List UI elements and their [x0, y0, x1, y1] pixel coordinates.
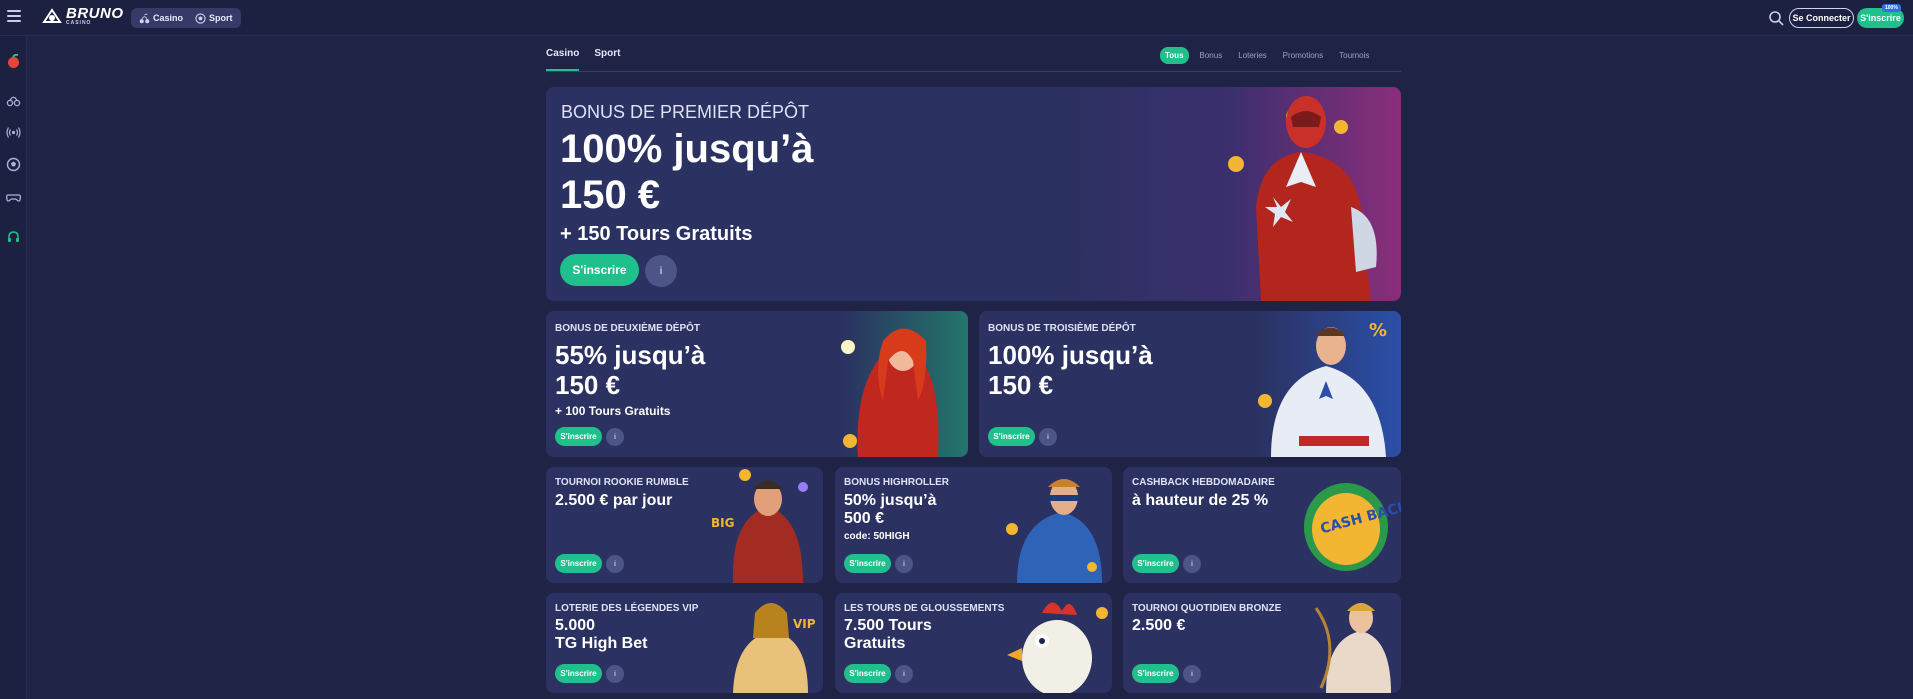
golden-goddess-illustration: VIP	[733, 603, 816, 693]
info-icon[interactable]: i	[895, 555, 913, 573]
promo-card-second-deposit[interactable]: BONUS DE DEUXIÈME DÉPÔT 55% jusqu’à 150 …	[546, 311, 968, 457]
card-line2: 150 €	[988, 370, 1054, 400]
masked-hero-illustration	[1006, 479, 1102, 583]
card-register-button[interactable]: S'inscrire	[844, 554, 891, 573]
filter-lotteries[interactable]: Loteries	[1233, 47, 1271, 64]
top-bar: BRUNO CASINO Casino Sport Se Connecter S…	[0, 0, 1913, 36]
register-badge: 100%	[1882, 4, 1901, 12]
card-register-button[interactable]: S'inscrire	[844, 664, 891, 683]
soccer-ball-icon	[195, 12, 206, 24]
card-register-button[interactable]: S'inscrire	[555, 427, 602, 446]
search-icon[interactable]	[1768, 10, 1784, 26]
main-tabs: Casino Sport	[546, 48, 620, 71]
logo[interactable]: BRUNO CASINO	[42, 5, 124, 26]
vip-label: VIP	[793, 617, 816, 631]
hero-sub: + 150 Tours Gratuits	[560, 223, 753, 245]
logo-name: BRUNO	[66, 5, 124, 22]
hero-register-button[interactable]: S'inscrire	[560, 254, 639, 286]
card-line1: 100% jusqu’à	[988, 340, 1153, 370]
promo-card-weekly-cashback[interactable]: CASH BACK CASHBACK HEBDOMADAIRE à hauteu…	[1123, 467, 1401, 583]
hero-promo-card[interactable]: BONUS DE PREMIER DÉPÔT 100% jusqu’à 150 …	[546, 87, 1401, 301]
filter-promotions[interactable]: Promotions	[1278, 47, 1328, 64]
rooster-illustration	[1007, 602, 1108, 693]
fire-heroine-illustration	[841, 328, 939, 457]
card-kicker: BONUS DE DEUXIÈME DÉPÔT	[555, 323, 701, 334]
card-kicker: LOTERIE DES LÉGENDES VIP	[555, 603, 699, 614]
nav-casino-label: Casino	[153, 13, 184, 23]
tabs-divider	[546, 71, 1401, 72]
card-kicker: BONUS DE TROISIÈME DÉPÔT	[988, 323, 1136, 334]
card-line1: 55% jusqu’à	[555, 340, 706, 370]
filter-tournaments[interactable]: Tournois	[1334, 47, 1374, 64]
info-icon[interactable]: i	[895, 665, 913, 683]
login-button[interactable]: Se Connecter	[1789, 8, 1854, 28]
info-icon[interactable]: i	[606, 428, 624, 446]
card-kicker: TOURNOI QUOTIDIEN BRONZE	[1132, 603, 1282, 614]
card-register-button[interactable]: S'inscrire	[1132, 664, 1179, 683]
promo-card-rookie-rumble[interactable]: BIG TOURNOI ROOKIE RUMBLE 2.500 € par jo…	[546, 467, 823, 583]
card-line2: 500 €	[844, 510, 885, 527]
card-kicker: CASHBACK HEBDOMADAIRE	[1132, 477, 1275, 488]
filter-all[interactable]: Tous	[1160, 47, 1189, 64]
headset-icon[interactable]	[6, 230, 21, 245]
card-kicker: TOURNOI ROOKIE RUMBLE	[555, 477, 689, 488]
cashback-illustration: CASH BACK	[1304, 483, 1401, 571]
cherries-icon	[139, 12, 150, 23]
card-line1: 5.000	[555, 617, 596, 634]
info-icon[interactable]: i	[1039, 428, 1057, 446]
card-register-button[interactable]: S'inscrire	[555, 554, 602, 573]
tab-sport[interactable]: Sport	[594, 48, 620, 71]
superhero-illustration	[1228, 96, 1377, 301]
menu-icon[interactable]	[7, 10, 21, 24]
card-kicker: BONUS HIGHROLLER	[844, 477, 949, 488]
logo-mark-icon	[42, 8, 62, 23]
percent-sign: %	[1369, 320, 1387, 341]
info-icon[interactable]: i	[1183, 665, 1201, 683]
cherries-icon[interactable]	[6, 92, 21, 107]
card-line1: 2.500 € par jour	[555, 492, 673, 509]
info-icon[interactable]: i	[1183, 555, 1201, 573]
gamepad-icon[interactable]	[6, 190, 21, 205]
card-register-button[interactable]: S'inscrire	[988, 427, 1035, 446]
live-icon[interactable]	[6, 125, 21, 140]
card-line1: 2.500 €	[1132, 617, 1186, 634]
nav-sport[interactable]: Sport	[191, 11, 237, 26]
warrior-illustration: BIG	[711, 469, 808, 583]
card-register-button[interactable]: S'inscrire	[555, 664, 602, 683]
card-sub: + 100 Tours Gratuits	[555, 404, 671, 418]
nav-casino[interactable]: Casino	[135, 11, 187, 26]
info-icon[interactable]: i	[606, 665, 624, 683]
card-sub: code: 50HIGH	[844, 531, 910, 542]
mode-switch: Casino Sport	[131, 8, 241, 28]
nav-sport-label: Sport	[209, 13, 233, 23]
card-line2: Gratuits	[844, 635, 906, 652]
hero-line2: 150 €	[560, 173, 661, 217]
card-line2: 150 €	[555, 370, 621, 400]
card-line1: 7.500 Tours	[844, 617, 932, 634]
tab-casino[interactable]: Casino	[546, 48, 580, 71]
filter-tabs: Tous Bonus Loteries Promotions Tournois	[1160, 47, 1374, 64]
hero-line1: 100% jusqu’à	[560, 127, 814, 171]
card-line2: TG High Bet	[555, 635, 648, 652]
hero-kicker: BONUS DE PREMIER DÉPÔT	[561, 102, 810, 122]
info-icon[interactable]: i	[645, 255, 677, 287]
promo-card-third-deposit[interactable]: % BONUS DE TROISIÈME DÉPÔT 100% jusqu’à …	[979, 311, 1401, 457]
archer-god-illustration	[1314, 603, 1391, 693]
card-line1: 50% jusqu’à	[844, 492, 937, 509]
filter-bonus[interactable]: Bonus	[1195, 47, 1228, 64]
promo-card-chicken-spins[interactable]: LES TOURS DE GLOUSSEMENTS 7.500 Tours Gr…	[835, 593, 1112, 693]
left-rail	[0, 36, 27, 699]
card-register-button[interactable]: S'inscrire	[1132, 554, 1179, 573]
promo-card-vip-lottery[interactable]: VIP LOTERIE DES LÉGENDES VIP 5.000 TG Hi…	[546, 593, 823, 693]
soccer-ball-icon[interactable]	[6, 157, 21, 172]
card-kicker: LES TOURS DE GLOUSSEMENTS	[844, 603, 1005, 614]
promo-card-bronze-daily[interactable]: TOURNOI QUOTIDIEN BRONZE 2.500 € S'inscr…	[1123, 593, 1401, 693]
promo-card-highroller[interactable]: BONUS HIGHROLLER 50% jusqu’à 500 € code:…	[835, 467, 1112, 583]
superman-illustration: %	[1258, 320, 1387, 457]
fruit-icon[interactable]	[6, 54, 21, 69]
card-line1: à hauteur de 25 %	[1132, 492, 1269, 509]
info-icon[interactable]: i	[606, 555, 624, 573]
big-label: BIG	[711, 516, 734, 530]
